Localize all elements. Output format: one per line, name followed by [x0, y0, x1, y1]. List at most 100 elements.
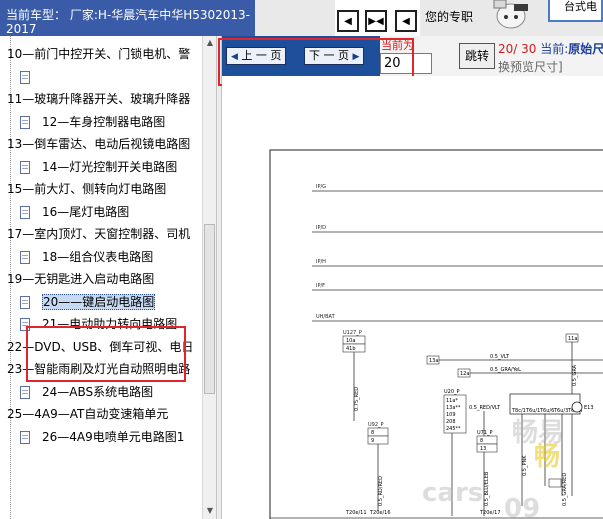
rail-label: UH/BAT [316, 314, 336, 320]
document-icon [20, 430, 30, 444]
svg-text:0.5_GRA: 0.5_GRA [572, 364, 578, 386]
tree-item-label: 12—车身控制器电路图 [42, 114, 166, 129]
connector-u71: U71_P 8 13 [476, 430, 498, 453]
connector-u127: U127_P 10a 41b 0.75_RED [342, 330, 366, 421]
selected-item-highlight [26, 326, 186, 382]
connector-u92: U92_P 8 9 0.5_RD/RED [367, 422, 389, 511]
svg-text:T20e/11: T20e/11 [345, 510, 367, 516]
document-icon [20, 70, 30, 84]
tree-doc-item[interactable]: 16—尾灯电路图 [20, 204, 129, 220]
svg-text:0.5_VLT: 0.5_VLT [490, 354, 510, 360]
tree-doc-item[interactable]: 12—车身控制器电路图 [20, 114, 165, 130]
tree-item-label: 20——键启动电路图 [42, 293, 156, 310]
svg-text:0.5_RED/VLT: 0.5_RED/VLT [469, 405, 501, 411]
tree-item-label: 17—室内顶灯、天窗控制器、司机 [7, 227, 191, 241]
document-icon [20, 385, 30, 399]
circuit-diagram: IP/G IP/D IP/H IP/F UH/BAT U127_P 10a 41… [222, 76, 603, 519]
tree-group-item[interactable]: 11—玻璃升降器开关、玻璃升降器 [7, 91, 190, 107]
nav-last-button[interactable]: ◀ [395, 10, 417, 32]
e13-symbol [571, 401, 583, 413]
svg-text:0.5_GRA/RED: 0.5_GRA/RED [562, 473, 568, 506]
page-count: 20/ 30 [498, 42, 537, 56]
junction-box [548, 478, 562, 488]
tree-group-item[interactable]: 15—前大灯、侧转向灯电路图 [7, 181, 166, 197]
rail-label: IP/H [316, 259, 326, 265]
tree-doc-item[interactable]: 14—灯光控制开关电路图 [20, 159, 177, 175]
skip-icon: ▶◀ [368, 15, 384, 27]
pro-text: 您的专职 [425, 10, 474, 24]
watermark: cars [422, 478, 484, 508]
tree-item-label: 10—前门中控开关、门锁电机、警 [7, 47, 191, 61]
svg-text:T20e/16: T20e/16 [369, 510, 391, 516]
scroll-down-icon[interactable]: ▼ [205, 506, 215, 516]
document-icon [20, 205, 30, 219]
mascot-icon [493, 0, 528, 29]
svg-text:0.5_RD/RED: 0.5_RD/RED [378, 476, 384, 506]
rail-labels: IP/G IP/D IP/H IP/F UH/BAT [316, 184, 336, 320]
svg-text:10a: 10a [346, 338, 355, 344]
svg-text:U20_P: U20_P [444, 389, 460, 395]
tree-item-label: 15—前大灯、侧转向灯电路图 [7, 182, 167, 196]
watermark: 畅 [534, 442, 561, 472]
tree-item-label: 25—4A9—AT自动变速箱单元 [7, 407, 169, 421]
watermark: 09 [504, 494, 541, 519]
vehicle-line-1: 当前车型： 厂家:H-华晨汽车中华H5302013- [6, 8, 251, 22]
nav-middle-button[interactable]: ▶◀ [365, 10, 387, 32]
header-nav-strip [255, 0, 335, 36]
svg-text:8: 8 [480, 438, 483, 444]
tree-doc-item[interactable]: 18—组合仪表电路图 [20, 249, 153, 265]
svg-text:41b: 41b [346, 346, 356, 352]
original-size-link[interactable]: 原始尺 [568, 42, 603, 56]
svg-text:11a: 11a [568, 336, 577, 342]
svg-text:13a: 13a [429, 358, 438, 364]
svg-text:U92_P: U92_P [368, 422, 384, 428]
scroll-up-icon[interactable]: ▲ [205, 38, 215, 48]
current-vehicle-header: 当前车型： 厂家:H-华晨汽车中华H5302013- 2017 [0, 0, 255, 36]
rail-label: IP/F [316, 283, 325, 289]
tree-group-item[interactable]: 25—4A9—AT自动变速箱单元 [7, 406, 168, 422]
svg-text:0.75_RED: 0.75_RED [354, 387, 360, 411]
rail-label: IP/D [316, 225, 326, 231]
document-icon [20, 295, 30, 309]
brand-logo: 台式电 [548, 0, 603, 22]
scrollbar-thumb[interactable] [204, 224, 215, 394]
play-icon: ◀ [344, 15, 352, 27]
current-prefix: 当前: [540, 42, 569, 56]
svg-text:0.5_PNK: 0.5_PNK [522, 455, 528, 476]
connector-u20: U20_P 11a* 13a** 109 208 245** [443, 389, 467, 434]
tree-group-item[interactable]: 13—倒车雷达、电动后视镜电路图 [7, 136, 190, 152]
sidebar-scrollbar[interactable]: ▲ ▼ [202, 36, 217, 519]
rail-label: IP/G [316, 184, 326, 190]
nav-first-button[interactable]: ◀ [337, 10, 359, 32]
tree-group-item[interactable]: 17—室内顶灯、天窗控制器、司机 [7, 226, 190, 242]
tree-group-item[interactable]: 10—前门中控开关、门锁电机、警 [7, 46, 190, 62]
svg-text:9: 9 [371, 438, 374, 444]
jump-button[interactable]: 跳转 [459, 43, 495, 69]
tree-doc-item[interactable]: 20——键启动电路图 [20, 293, 156, 310]
tree-doc-item[interactable]: 24—ABS系统电路图 [20, 384, 153, 400]
tree-item-label: 26—4A9电喷单元电路图1 [42, 429, 185, 444]
svg-text:8: 8 [371, 430, 374, 436]
svg-text:13: 13 [480, 446, 486, 452]
document-icon [20, 250, 30, 264]
tree-item-label: 16—尾灯电路图 [42, 204, 130, 219]
tree-group-item[interactable]: 19—无钥匙进入启动电路图 [7, 271, 154, 287]
svg-text:U127_P: U127_P [343, 330, 362, 336]
svg-text:0.5_GRA/YeL: 0.5_GRA/YeL [490, 367, 521, 373]
tree-item-label: 19—无钥匙进入启动电路图 [7, 272, 155, 286]
svg-text:E13: E13 [584, 405, 594, 411]
tree-item-label: 18—组合仪表电路图 [42, 249, 154, 264]
document-icon [20, 115, 30, 129]
svg-text:11a*: 11a* [446, 398, 458, 404]
bottom-pins: T20e/11 T20e/16 T20e/17 [345, 510, 501, 516]
page-info: 20/ 30 当前:原始尺 [498, 40, 603, 57]
preview-size-hint[interactable]: 换预览尺寸] [498, 58, 563, 75]
svg-text:245**: 245** [446, 426, 461, 432]
svg-text:0.5_BLU/ELEB: 0.5_BLU/ELEB [484, 471, 490, 506]
svg-text:T20e/17: T20e/17 [479, 510, 501, 516]
vehicle-line-2: 2017 [6, 22, 37, 36]
svg-text:12a: 12a [460, 371, 469, 377]
svg-text:U71_P: U71_P [477, 430, 493, 436]
tree-doc-item[interactable]: 26—4A9电喷单元电路图1 [20, 429, 184, 445]
back-icon: ◀ [402, 15, 410, 27]
